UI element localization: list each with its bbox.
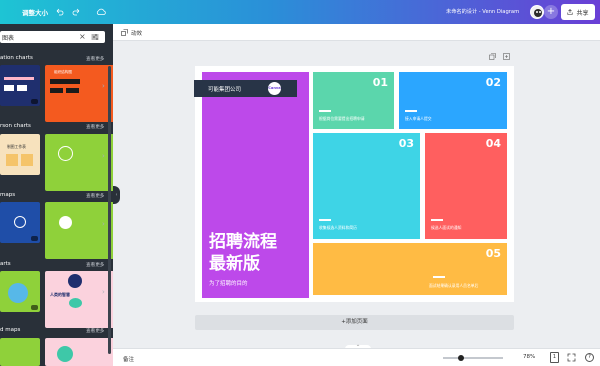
step-divider (431, 219, 443, 221)
zoom-slider[interactable] (443, 357, 503, 359)
thumbnail-title: 组织结构图 (54, 70, 72, 74)
fullscreen-icon[interactable] (567, 353, 576, 362)
preview-icon (31, 99, 38, 104)
template-thumbnail[interactable] (0, 65, 40, 106)
page-count-button[interactable]: 1 (550, 352, 559, 363)
step-number: 03 (398, 137, 414, 150)
slide-subtitle[interactable]: 为了招聘的目的 (209, 279, 248, 287)
template-panel: 图表 × ation charts 查看更多 组织结构图 › rson char… (0, 24, 113, 366)
undo-icon[interactable] (56, 8, 64, 16)
collapse-panel-button[interactable]: ‹ (113, 186, 120, 204)
step-text: 收集候选人资料和简历 (319, 225, 357, 230)
step-text: 候选人面试的通知 (431, 225, 462, 230)
template-thumbnail[interactable] (0, 271, 40, 312)
panel-scrollbar[interactable] (108, 66, 111, 354)
template-thumbnail[interactable]: 制图工作表 (0, 134, 40, 175)
step-text: 接入申请人提交 (405, 116, 432, 121)
help-button[interactable]: ? (585, 353, 594, 362)
cloud-save-icon[interactable] (96, 8, 106, 15)
share-button[interactable]: 共享 (561, 4, 595, 20)
chevron-right-icon[interactable]: › (102, 220, 105, 228)
chevron-right-icon[interactable]: › (102, 288, 105, 296)
canvas-toolbar: 动效 (113, 24, 600, 41)
redo-icon[interactable] (72, 8, 80, 16)
slide-title-line-1: 招聘流程 (209, 232, 277, 252)
clear-search-icon[interactable]: × (79, 32, 86, 42)
preview-icon (31, 305, 38, 310)
section-title-organization: ation charts (0, 55, 33, 61)
step-divider (433, 276, 445, 278)
see-more-link[interactable]: 查看更多 (86, 193, 104, 199)
step-tile-04[interactable]: 04 候选人面试的通知 (425, 133, 507, 239)
duplicate-page-icon[interactable] (489, 53, 496, 60)
resize-button[interactable]: 调整大小 (22, 4, 48, 20)
step-number: 02 (485, 76, 501, 89)
company-logo[interactable]: Canva (268, 82, 281, 95)
section-title-charts: arts (0, 261, 11, 267)
avatar-eye-icon (539, 11, 541, 13)
step-divider (319, 110, 331, 112)
search-query: 图表 (2, 35, 15, 42)
add-page-button[interactable]: +添加页面 (195, 315, 514, 330)
step-divider (319, 219, 331, 221)
template-thumbnail[interactable] (45, 338, 113, 366)
section-title-maps: d maps (0, 327, 21, 333)
avatar[interactable] (530, 5, 544, 19)
preview-icon (31, 236, 38, 241)
see-more-link[interactable]: 查看更多 (86, 56, 104, 62)
chevron-right-icon[interactable]: › (102, 152, 105, 160)
filter-icon[interactable] (91, 33, 99, 41)
step-tile-02[interactable]: 02 接入申请人提交 (399, 72, 507, 129)
see-more-link[interactable]: 查看更多 (86, 124, 104, 130)
avatar-face-icon (534, 9, 542, 17)
step-tile-03[interactable]: 03 收集候选人资料和简历 (313, 133, 420, 239)
bottom-toolbar: 备注 78% 1 ? (113, 348, 600, 366)
template-thumbnail[interactable]: 人类的智慧 (45, 271, 113, 328)
top-toolbar: 调整大小 未命名的设计 - Venn Diagram + 共享 (0, 0, 600, 24)
template-thumbnail[interactable] (45, 134, 113, 191)
section-title-comparison: rson charts (0, 123, 31, 129)
add-page-icon[interactable] (503, 53, 510, 60)
section-title-mind-maps: maps (0, 192, 16, 198)
notes-button[interactable]: 备注 (123, 355, 134, 363)
search-input[interactable]: 图表 × (0, 31, 105, 43)
see-more-link[interactable]: 查看更多 (86, 262, 104, 268)
template-thumbnail[interactable] (0, 202, 40, 243)
zoom-level[interactable]: 78% (523, 354, 535, 360)
add-collaborator-button[interactable]: + (544, 5, 558, 19)
animate-button[interactable]: 动效 (131, 29, 142, 37)
template-thumbnail[interactable] (45, 202, 113, 259)
step-text: 面试结果确认录用人员名单后 (429, 283, 479, 288)
step-number: 01 (372, 76, 388, 89)
avatar-eye-icon (536, 11, 538, 13)
thumbnail-title: 人类的智慧 (50, 292, 70, 297)
slide-title[interactable]: 招聘流程 最新版 (209, 231, 309, 275)
share-icon (567, 9, 573, 15)
template-thumbnail[interactable] (0, 338, 40, 366)
template-thumbnail[interactable]: 组织结构图 (45, 65, 113, 122)
step-number: 04 (485, 137, 501, 150)
step-number: 05 (485, 247, 501, 260)
step-text: 根据岗位需要提出招聘申请 (319, 116, 365, 121)
share-label: 共享 (576, 9, 589, 17)
thumbnail-title: 制图工作表 (7, 144, 26, 149)
zoom-slider-handle[interactable] (458, 355, 464, 361)
chevron-right-icon[interactable]: › (102, 82, 105, 90)
slide-title-line-2: 最新版 (209, 254, 260, 274)
step-tile-01[interactable]: 01 根据岗位需要提出招聘申请 (313, 72, 394, 129)
company-label[interactable]: 可能集团公司 (194, 80, 297, 97)
step-divider (405, 110, 417, 112)
step-tile-05[interactable]: 05 面试结果确认录用人员名单后 (313, 243, 507, 295)
animate-icon[interactable] (121, 29, 128, 36)
see-more-link[interactable]: 查看更多 (86, 328, 104, 334)
document-title[interactable]: 未命名的设计 - Venn Diagram (446, 8, 519, 15)
